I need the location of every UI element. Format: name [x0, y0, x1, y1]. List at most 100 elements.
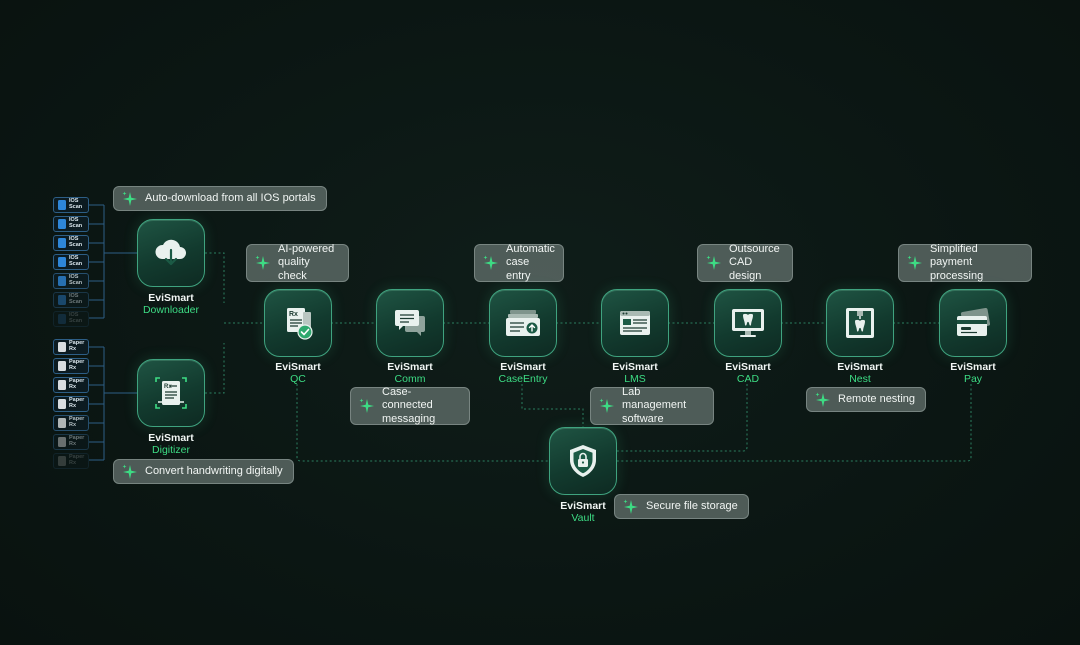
browser-window-icon: [620, 311, 650, 335]
sparkle-icon: [815, 392, 830, 407]
paper-rx-chip: Paper Rx: [53, 415, 89, 431]
paper-rx-chip: Paper Rx: [53, 434, 89, 450]
paper-icon: [58, 342, 66, 352]
callout-qc: AI-powered quality check: [246, 242, 349, 282]
qc-label: EviSmart QC: [243, 361, 353, 385]
chip-label: IOS Scan: [69, 293, 83, 305]
brand-text: EviSmart: [148, 432, 194, 444]
chip-label: IOS Scan: [69, 274, 83, 286]
callout-comm: Case-connected messaging: [350, 385, 470, 425]
callout-downloader: Auto-download from all IOS portals: [113, 186, 327, 211]
callout-cad: Outsource CAD design: [697, 242, 793, 282]
tooth-mill-icon: [846, 308, 874, 338]
downloader-node[interactable]: [137, 219, 205, 287]
case-upload-icon: [506, 310, 540, 336]
paper-rx-chip: Paper Rx: [53, 358, 89, 374]
sparkle-icon: [907, 255, 922, 270]
ios-scan-chip: IOS Scan: [53, 235, 89, 251]
callout-text: AI-powered quality check: [278, 242, 335, 282]
document-scan-icon: Rx: [155, 377, 187, 409]
callout-text: Convert handwriting digitally: [145, 464, 283, 477]
product-text: Pay: [963, 373, 983, 385]
brand-text: EviSmart: [725, 361, 771, 373]
callout-text: Outsource CAD design: [729, 242, 780, 282]
sparkle-icon: [359, 398, 374, 413]
product-text: Downloader: [142, 304, 200, 316]
ios-scan-chip: IOS Scan: [53, 273, 89, 289]
nest-label: EviSmart Nest: [805, 361, 915, 385]
paper-icon: [58, 380, 66, 390]
svg-text:Rx: Rx: [164, 384, 172, 390]
callout-text: Secure file storage: [646, 499, 738, 512]
ios-scan-chip: IOS Scan: [53, 254, 89, 270]
paper-icon: [58, 456, 66, 466]
vault-node[interactable]: [549, 427, 617, 495]
credit-card-icon: [957, 308, 991, 336]
chip-label: IOS Scan: [69, 255, 83, 267]
file-icon: [58, 238, 66, 248]
brand-text: EviSmart: [837, 361, 883, 373]
paper-icon: [58, 361, 66, 371]
brand-text: EviSmart: [950, 361, 996, 373]
product-text: LMS: [624, 373, 646, 385]
digitizer-label: EviSmart Digitizer: [116, 432, 226, 456]
caseentry-label: EviSmart CaseEntry: [468, 361, 578, 385]
product-text: Comm: [394, 373, 426, 385]
chip-label: IOS Scan: [69, 312, 83, 324]
sparkle-icon: [122, 191, 137, 206]
chip-label: IOS Scan: [69, 236, 83, 248]
file-icon: [58, 314, 66, 324]
paper-rx-chip: Paper Rx: [53, 339, 89, 355]
chat-bubbles-icon: [395, 310, 425, 336]
callout-digitizer: Convert handwriting digitally: [113, 459, 294, 484]
sparkle-icon: [255, 255, 270, 270]
file-icon: [58, 200, 66, 210]
ios-scan-chip: IOS Scan: [53, 311, 89, 327]
rx-check-icon: Rx: [287, 308, 313, 340]
cad-label: EviSmart CAD: [693, 361, 803, 385]
paper-icon: [58, 437, 66, 447]
chip-label: Paper Rx: [69, 435, 85, 447]
callout-text: Automatic case entry: [506, 242, 555, 282]
sparkle-icon: [483, 255, 498, 270]
file-icon: [58, 257, 66, 267]
callout-pay: Simplified payment processing: [898, 242, 1032, 282]
callout-text: Case-connected messaging: [382, 385, 436, 425]
paper-icon: [58, 418, 66, 428]
callout-text: Auto-download from all IOS portals: [145, 191, 316, 204]
file-icon: [58, 276, 66, 286]
sparkle-icon: [122, 464, 137, 479]
brand-text: EviSmart: [500, 361, 546, 373]
sparkle-icon: [623, 499, 638, 514]
chip-label: Paper Rx: [69, 378, 85, 390]
comm-node[interactable]: [376, 289, 444, 357]
product-text: QC: [290, 373, 306, 385]
ios-scan-chip: IOS Scan: [53, 197, 89, 213]
callout-nest: Remote nesting: [806, 387, 927, 412]
pay-label: EviSmart Pay: [918, 361, 1028, 385]
product-text: CaseEntry: [498, 373, 548, 385]
callout-vault: Secure file storage: [614, 494, 749, 519]
callout-text: Simplified payment processing: [930, 242, 984, 282]
digitizer-node[interactable]: Rx: [137, 359, 205, 427]
sparkle-icon: [706, 255, 721, 270]
paper-rx-chip: Paper Rx: [53, 396, 89, 412]
product-text: Digitizer: [152, 444, 190, 456]
paper-rx-chip: Paper Rx: [53, 377, 89, 393]
sparkle-icon: [599, 398, 614, 413]
caseentry-node[interactable]: [489, 289, 557, 357]
brand-text: EviSmart: [275, 361, 321, 373]
qc-node[interactable]: Rx: [264, 289, 332, 357]
downloader-label: EviSmart Downloader: [116, 292, 226, 316]
chip-label: Paper Rx: [69, 454, 85, 466]
callout-text: Remote nesting: [838, 392, 916, 405]
cad-node[interactable]: [714, 289, 782, 357]
callout-caseentry: Automatic case entry: [474, 242, 564, 282]
brand-text: EviSmart: [387, 361, 433, 373]
pay-node[interactable]: [939, 289, 1007, 357]
workflow-diagram: IOS Scan IOS Scan IOS Scan IOS Scan IOS Scan…: [0, 0, 1080, 645]
brand-text: EviSmart: [148, 292, 194, 304]
lms-node[interactable]: [601, 289, 669, 357]
ios-scan-chip: IOS Scan: [53, 292, 89, 308]
nest-node[interactable]: [826, 289, 894, 357]
